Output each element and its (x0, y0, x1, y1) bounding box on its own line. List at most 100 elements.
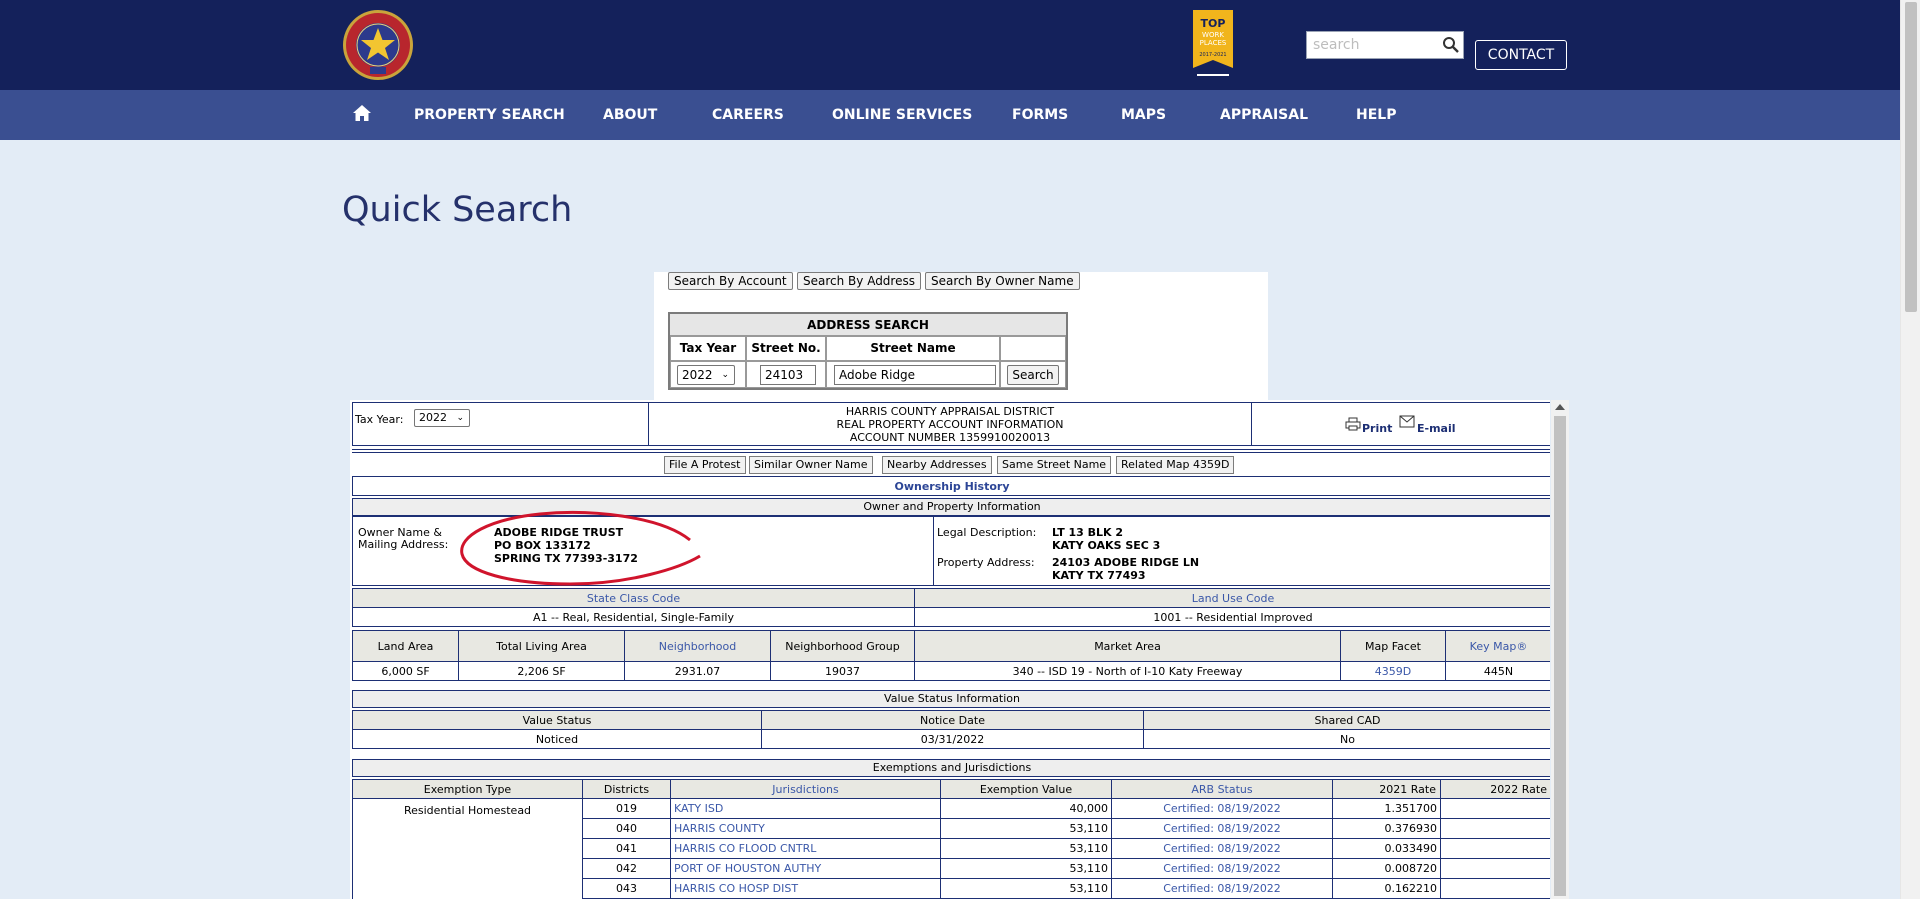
district-cell: 042 (582, 858, 671, 879)
print-link[interactable]: Print (1362, 422, 1392, 435)
report-tax-year-label: Tax Year: (355, 413, 404, 426)
district-cell: 019 (582, 798, 671, 819)
state-class-value: A1 -- Real, Residential, Single-Family (352, 607, 915, 627)
jurisdiction-link[interactable]: HARRIS CO FLOOD CNTRL (670, 838, 941, 859)
jurisdiction-link[interactable]: HARRIS CO HOSP DIST (670, 878, 941, 899)
street-name-input[interactable]: Adobe Ridge (834, 365, 996, 385)
arb-status-link[interactable]: Certified: 08/19/2022 (1111, 858, 1333, 879)
map-facet-link[interactable]: 4359D (1340, 661, 1446, 681)
state-class-header[interactable]: State Class Code (352, 588, 915, 608)
arb-status-link[interactable]: Certified: 08/19/2022 (1111, 818, 1333, 839)
hcad-logo[interactable] (342, 9, 414, 81)
arb-status-link[interactable]: Certified: 08/19/2022 (1111, 838, 1333, 859)
col-blank (1000, 336, 1066, 361)
svg-text:TOP: TOP (1201, 17, 1226, 30)
rate-2021-cell: 0.162210 (1332, 878, 1441, 899)
arb-status-col[interactable]: ARB Status (1111, 779, 1333, 799)
site-search-input[interactable] (1307, 32, 1433, 58)
contact-button[interactable]: CONTACT (1475, 40, 1567, 70)
site-header: TOP WORK PLACES 2017-2021 CONTACT (0, 0, 1900, 90)
legal-desc-2: KATY OAKS SEC 3 (1052, 539, 1161, 552)
jurisdiction-link[interactable]: PORT OF HOUSTON AUTHY (670, 858, 941, 879)
svg-text:WORK: WORK (1202, 31, 1224, 39)
rate-2021-col: 2021 Rate (1332, 779, 1441, 799)
nav-forms[interactable]: FORMS (1012, 90, 1068, 140)
email-link[interactable]: E-mail (1417, 422, 1456, 435)
neighborhood-value: 2931.07 (624, 661, 771, 681)
nav-maps[interactable]: MAPS (1121, 90, 1166, 140)
notice-date-value: 03/31/2022 (761, 729, 1144, 749)
arb-status-link[interactable]: Certified: 08/19/2022 (1111, 878, 1333, 899)
report-scrollbar[interactable] (1551, 400, 1569, 899)
col-tax-year: Tax Year (670, 336, 746, 361)
address-search-button[interactable]: Search (1007, 365, 1059, 385)
svg-text:PLACES: PLACES (1200, 39, 1227, 47)
top-workplaces-badge: TOP WORK PLACES 2017-2021 (1193, 10, 1233, 76)
page-title: Quick Search (342, 190, 573, 230)
map-facet-header: Map Facet (1340, 630, 1446, 662)
exemption-value-cell: 53,110 (940, 858, 1112, 879)
neighborhood-header[interactable]: Neighborhood (624, 630, 771, 662)
search-by-owner-button[interactable]: Search By Owner Name (925, 272, 1080, 290)
similar-owner-button[interactable]: Similar Owner Name (749, 456, 873, 474)
related-map-button[interactable]: Related Map 4359D (1116, 456, 1235, 474)
nav-appraisal[interactable]: APPRAISAL (1220, 90, 1308, 140)
report-scroll-thumb[interactable] (1554, 416, 1566, 896)
street-no-input[interactable]: 24103 (760, 365, 816, 385)
land-use-header[interactable]: Land Use Code (914, 588, 1550, 608)
rate-2022-cell (1440, 838, 1550, 859)
file-protest-button[interactable]: File A Protest (664, 456, 746, 474)
owner-label-2: Mailing Address: (358, 538, 449, 551)
key-map-value: 445N (1445, 661, 1550, 681)
jurisdiction-link[interactable]: HARRIS COUNTY (670, 818, 941, 839)
nav-about[interactable]: ABOUT (603, 90, 657, 140)
value-status-col: Value Status (352, 710, 762, 730)
rate-2022-cell (1440, 878, 1550, 899)
exemptions-header: Exemptions and Jurisdictions (352, 759, 1550, 777)
nearby-addresses-button[interactable]: Nearby Addresses (882, 456, 992, 474)
land-area-header: Land Area (352, 630, 459, 662)
jurisdiction-link[interactable]: KATY ISD (670, 798, 941, 819)
property-report: Tax Year: 2022 ⌄ HARRIS COUNTY APPRAISAL … (350, 400, 1550, 899)
exemption-value-col: Exemption Value (940, 779, 1112, 799)
report-title-2: REAL PROPERTY ACCOUNT INFORMATION (836, 418, 1064, 431)
main-nav: PROPERTY SEARCH ABOUT CAREERS ONLINE SER… (0, 90, 1900, 140)
scroll-up-arrow[interactable] (1555, 404, 1565, 410)
districts-col: Districts (582, 779, 671, 799)
key-map-header[interactable]: Key Map® (1445, 630, 1550, 662)
market-area-header: Market Area (914, 630, 1341, 662)
district-cell: 043 (582, 878, 671, 899)
print-icon[interactable] (1345, 417, 1361, 431)
page-scrollbar[interactable] (1900, 0, 1920, 899)
land-use-value: 1001 -- Residential Improved (914, 607, 1550, 627)
tax-year-select[interactable]: 2022 ⌄ (677, 365, 735, 385)
rate-2022-col: 2022 Rate (1440, 779, 1550, 799)
ownership-history-link[interactable]: Ownership History (352, 480, 1550, 493)
market-area-value: 340 -- ISD 19 - North of I-10 Katy Freew… (914, 661, 1341, 681)
report-title-3: ACCOUNT NUMBER 1359910020013 (849, 431, 1051, 444)
search-by-account-button[interactable]: Search By Account (668, 272, 793, 290)
jurisdictions-col[interactable]: Jurisdictions (670, 779, 941, 799)
nav-help[interactable]: HELP (1356, 90, 1396, 140)
report-tax-year-select[interactable]: 2022 ⌄ (414, 409, 470, 427)
nav-property-search[interactable]: PROPERTY SEARCH (414, 90, 565, 140)
search-icon[interactable] (1441, 35, 1461, 55)
home-icon[interactable] (352, 103, 372, 123)
legal-desc-1: LT 13 BLK 2 (1052, 526, 1124, 539)
rate-2021-cell: 0.008720 (1332, 858, 1441, 879)
rate-2021-cell: 1.351700 (1332, 798, 1441, 819)
rate-2021-cell: 0.376930 (1332, 818, 1441, 839)
annotation-circle (460, 511, 701, 586)
living-area-header: Total Living Area (458, 630, 625, 662)
same-street-button[interactable]: Same Street Name (997, 456, 1112, 474)
exemption-value-cell: 53,110 (940, 878, 1112, 899)
arb-status-link[interactable]: Certified: 08/19/2022 (1111, 798, 1333, 819)
email-icon[interactable] (1399, 415, 1415, 428)
nav-careers[interactable]: CAREERS (712, 90, 784, 140)
exemption-type-value: Residential Homestead (403, 804, 532, 817)
neighborhood-group-header: Neighborhood Group (770, 630, 915, 662)
nav-online-services[interactable]: ONLINE SERVICES (832, 90, 972, 140)
exemption-value-cell: 53,110 (940, 818, 1112, 839)
search-by-address-button[interactable]: Search By Address (797, 272, 921, 290)
page-scroll-thumb[interactable] (1905, 2, 1917, 312)
